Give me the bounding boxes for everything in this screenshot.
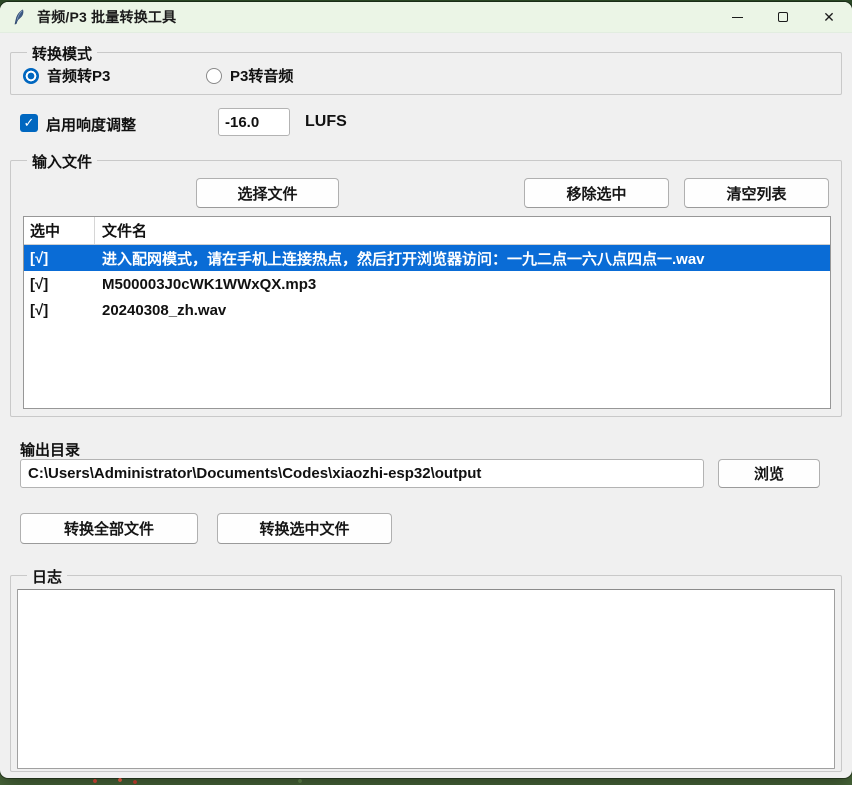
table-row[interactable]: [√]M500003J0cWK1WWxQX.mp3 [24,271,830,297]
window-title: 音频/P3 批量转换工具 [37,7,176,27]
close-icon: ✕ [823,10,835,24]
app-feather-icon [12,9,28,25]
remove-selected-button[interactable]: 移除选中 [524,178,669,208]
radio-label: P3转音频 [230,65,293,86]
log-groupbox: 日志 [10,575,842,772]
radio-label: 音频转P3 [47,65,110,86]
maximize-icon [778,12,788,22]
output-path-input[interactable] [20,459,704,488]
clear-list-button[interactable]: 清空列表 [684,178,829,208]
input-group-label: 输入文件 [27,151,97,172]
table-row[interactable]: [√]进入配网模式，请在手机上连接热点，然后打开浏览器访问：一九二点一六八点四点… [24,245,830,271]
radio-icon [206,68,222,84]
row-filename: M500003J0cWK1WWxQX.mp3 [95,276,316,293]
output-dir-label: 输出目录 [20,439,80,460]
mode-group-label: 转换模式 [27,43,97,64]
file-table-header: 选中 文件名 [24,217,830,245]
app-window: 音频/P3 批量转换工具 ✕ 转换模式 音频转P3 P3转音频 ✓ 启用响度调整… [0,2,852,778]
file-table[interactable]: 选中 文件名 [√]进入配网模式，请在手机上连接热点，然后打开浏览器访问：一九二… [23,216,831,409]
minimize-icon [732,17,743,18]
header-checked-column: 选中 [24,217,95,244]
log-textarea[interactable] [17,589,835,769]
log-group-label: 日志 [27,566,67,587]
convert-all-button[interactable]: 转换全部文件 [20,513,198,544]
radio-p3-to-audio[interactable]: P3转音频 [206,65,293,86]
close-button[interactable]: ✕ [806,2,852,33]
browse-button[interactable]: 浏览 [718,459,820,488]
radio-audio-to-p3[interactable]: 音频转P3 [23,65,110,86]
row-checked-mark: [√] [24,250,95,267]
row-checked-mark: [√] [24,276,95,293]
lufs-value-input[interactable] [218,108,290,136]
mode-groupbox: 转换模式 音频转P3 P3转音频 [10,52,842,95]
loudness-checkbox[interactable]: ✓ [20,114,38,132]
lufs-unit-label: LUFS [305,113,347,131]
row-checked-mark: [√] [24,302,95,319]
header-filename-column: 文件名 [95,220,147,241]
check-icon: ✓ [24,115,35,131]
select-files-button[interactable]: 选择文件 [196,178,339,208]
convert-selected-button[interactable]: 转换选中文件 [217,513,392,544]
row-filename: 20240308_zh.wav [95,302,226,319]
table-row[interactable]: [√]20240308_zh.wav [24,297,830,323]
radio-icon [23,68,39,84]
input-files-groupbox: 输入文件 选择文件 移除选中 清空列表 选中 文件名 [√]进入配网模式，请在手… [10,160,842,417]
file-table-body: [√]进入配网模式，请在手机上连接热点，然后打开浏览器访问：一九二点一六八点四点… [24,245,830,323]
loudness-checkbox-label: 启用响度调整 [46,114,136,135]
row-filename: 进入配网模式，请在手机上连接热点，然后打开浏览器访问：一九二点一六八点四点一.w… [95,248,705,269]
titlebar[interactable]: 音频/P3 批量转换工具 ✕ [0,2,852,33]
maximize-button[interactable] [760,2,806,33]
minimize-button[interactable] [714,2,760,33]
